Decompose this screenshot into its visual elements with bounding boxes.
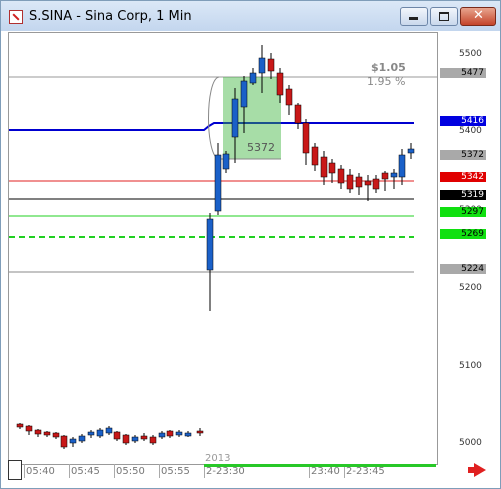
year-label: 2013 (205, 453, 231, 464)
close-icon: ✕ (473, 8, 484, 23)
candlestick-plot (9, 45, 437, 449)
price-label-5477: 5477 (440, 68, 486, 78)
candle-body (25, 425, 33, 432)
candle-body (184, 432, 192, 437)
minimize-icon (409, 17, 418, 20)
time-label: 05:50 (116, 466, 145, 477)
candle-body (96, 429, 104, 437)
window-title: S.SINA - Sina Corp, 1 Min (29, 9, 192, 24)
candle-body (276, 72, 284, 96)
price-label-5416: 5416 (440, 116, 486, 126)
y-tick: 5100 (459, 361, 482, 371)
time-label: 05:55 (161, 466, 190, 477)
y-tick: 5200 (459, 283, 482, 293)
price-label-5372: 5372 (440, 150, 486, 160)
candle-body (285, 88, 293, 106)
time-label: 2-23:45 (346, 466, 385, 477)
candle-body (372, 178, 380, 190)
candle-body (390, 172, 398, 178)
time-axis[interactable]: 2013 05:40 05:45 05:50 05:55 2-23:30 23:… (8, 453, 436, 480)
maximize-icon (439, 12, 449, 21)
close-button[interactable]: ✕ (460, 7, 496, 26)
measure-percent: 1.95 % (367, 75, 406, 88)
candle-body (175, 431, 183, 436)
candle-body (122, 434, 130, 444)
candle-body (214, 154, 222, 212)
price-axis[interactable]: 5500 5400 5300 5200 5100 5000 5477 5416 … (437, 32, 492, 463)
candle-body (87, 431, 95, 436)
candle-body (346, 174, 354, 190)
measure-level: 5372 (247, 141, 275, 154)
candle-body (240, 80, 248, 108)
maximize-button[interactable] (430, 7, 458, 26)
session-bar (204, 464, 436, 467)
candle-body (206, 218, 214, 271)
candle-body (149, 436, 157, 444)
time-tick (159, 464, 160, 478)
chart-app-icon (9, 10, 23, 24)
y-tick: 5000 (459, 438, 482, 448)
measure-change: $1.05 (371, 61, 406, 74)
candle-body (43, 431, 51, 436)
price-label-5297: 5297 (440, 207, 486, 217)
candle-body (302, 122, 310, 154)
candle-body (249, 72, 257, 84)
candle-body (320, 156, 328, 178)
candle-body (140, 435, 148, 440)
candle-body (196, 430, 204, 434)
candle-body (355, 176, 363, 188)
candle-body (52, 432, 60, 438)
y-tick: 5400 (459, 126, 482, 136)
candle-body (78, 435, 86, 442)
candle-body (113, 431, 121, 440)
price-chart-area[interactable]: $1.05 1.95 % 5372 (8, 32, 438, 465)
candle-body (105, 427, 113, 434)
time-label: 2-23:30 (206, 466, 245, 477)
scroll-box[interactable] (8, 460, 22, 480)
time-label: 23:40 (311, 466, 340, 477)
candle-body (166, 430, 174, 437)
candle-body (407, 148, 415, 154)
candle-body (398, 154, 406, 178)
candle-body (131, 436, 139, 442)
candle-body (34, 429, 42, 435)
time-tick (24, 464, 25, 478)
title-bar[interactable]: S.SINA - Sina Corp, 1 Min ✕ (1, 1, 500, 31)
candle-body (231, 98, 239, 138)
minimize-button[interactable] (400, 7, 428, 26)
candle-body (16, 423, 24, 428)
price-label-5269: 5269 (440, 229, 486, 239)
time-label: 05:40 (26, 466, 55, 477)
y-tick: 5500 (459, 49, 482, 59)
candle-body (364, 180, 372, 186)
candle-body (328, 162, 336, 174)
candle-body (158, 432, 166, 438)
candle-body (381, 172, 389, 180)
candle-body (69, 438, 77, 444)
candle-body (222, 153, 230, 170)
time-tick (114, 464, 115, 478)
candle-body (311, 146, 319, 166)
candle-body (258, 57, 266, 74)
price-label-5224: 5224 (440, 264, 486, 274)
candle-body (267, 58, 275, 72)
candle-body (294, 104, 302, 124)
candle-body (60, 435, 68, 448)
scroll-right-arrow-icon[interactable] (468, 463, 486, 477)
blue-level-line (9, 122, 414, 131)
time-tick (69, 464, 70, 478)
price-label-5342: 5342 (440, 172, 486, 182)
time-label: 05:45 (71, 466, 100, 477)
candle-body (337, 168, 345, 184)
price-label-5319: 5319 (440, 190, 486, 200)
